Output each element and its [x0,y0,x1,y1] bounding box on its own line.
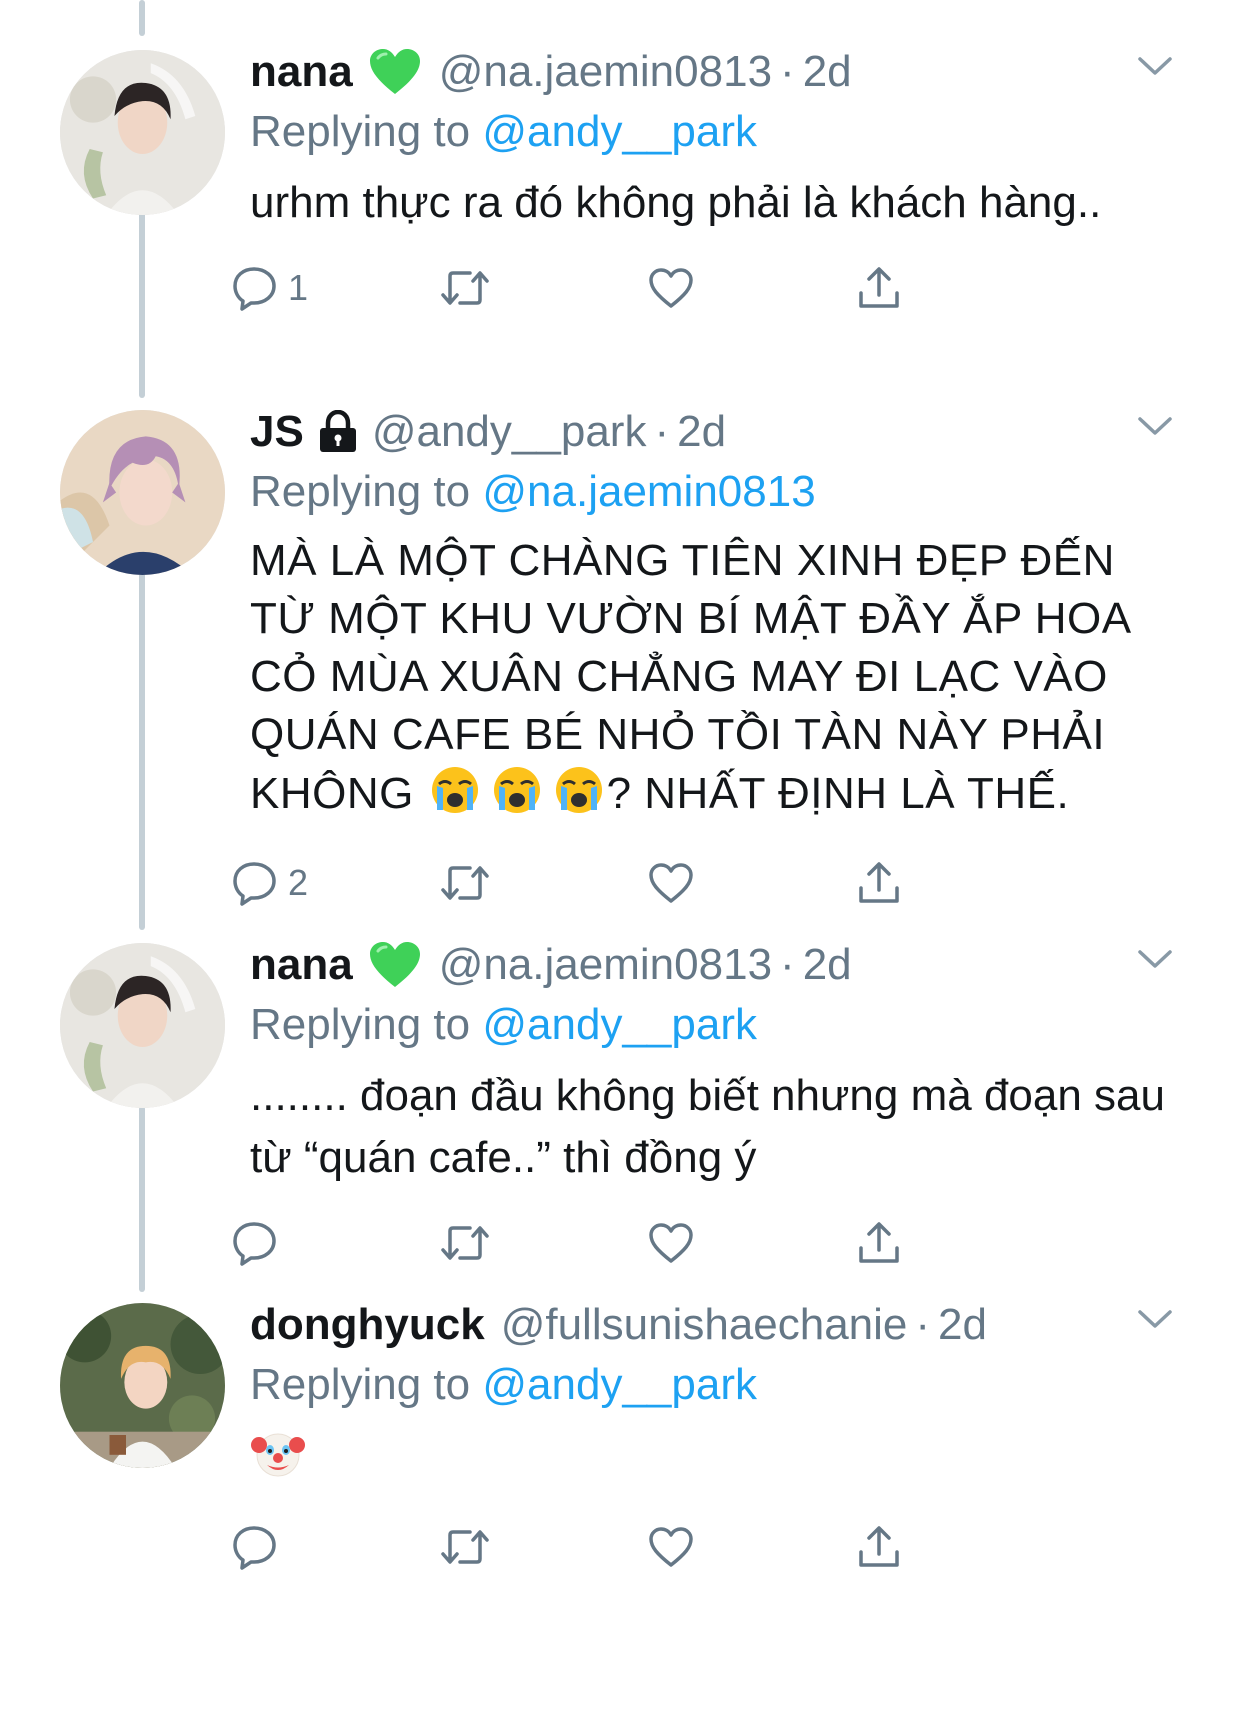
heart-outline-icon [649,268,693,308]
thread-line [139,572,145,930]
like-button[interactable] [648,1517,694,1577]
share-button[interactable] [856,1213,902,1273]
replying-to: Replying to @andy__park [250,1355,1182,1415]
separator-dot: · [654,407,670,456]
reply-count: 1 [288,267,309,308]
user-handle[interactable]: @fullsunishaechanie [501,1295,908,1355]
avatar-image [60,410,225,575]
timestamp[interactable]: 2d [803,42,852,102]
replying-to-mention[interactable]: @andy__park [482,107,757,156]
share-icon [859,862,899,903]
like-button[interactable] [648,1213,694,1273]
reply-button[interactable]: 1 [232,258,308,318]
replying-to-label: Replying to [250,107,483,156]
chevron-down-icon[interactable] [1138,56,1172,81]
thread-line [139,1106,145,1292]
user-handle[interactable]: @andy__park [372,402,647,462]
share-icon [859,1222,899,1263]
retweet-button[interactable] [440,853,490,913]
retweet-icon [441,271,489,305]
avatar[interactable] [60,1303,225,1468]
avatar[interactable] [60,50,225,215]
user-handle[interactable]: @na.jaemin0813 [439,935,772,995]
replying-to-label: Replying to [250,1360,483,1409]
replying-to-label: Replying to [250,1000,483,1049]
tweet-text: urhm thực ra đó không phải là khách hàng… [250,178,1102,227]
retweet-button[interactable] [440,1213,490,1273]
tweet-actions [233,1213,1182,1273]
separator-dot: · [915,1300,931,1349]
retweet-button[interactable] [440,1517,490,1577]
display-name[interactable]: nana [250,935,353,995]
crying-face-emoji [551,764,607,831]
chevron-down-icon[interactable] [1138,1309,1172,1334]
reply-count: 2 [288,862,309,903]
avatar[interactable] [60,410,225,575]
reply-icon [233,862,276,906]
tweet-header: nana @na.jaemin0813 · 2d [250,935,1182,995]
crying-face-emoji [489,764,545,831]
replying-to-mention[interactable]: @andy__park [482,1000,757,1049]
tweet-header: nana @na.jaemin0813 · 2d [250,42,1182,102]
retweet-icon [441,1530,489,1564]
user-handle[interactable]: @na.jaemin0813 [439,42,772,102]
share-icon [859,1526,899,1567]
like-button[interactable] [648,258,694,318]
lock-icon [318,410,358,454]
tweet-header: donghyuck @fullsunishaechanie · 2d [250,1295,1182,1355]
tweet-text [250,1425,1182,1487]
share-button[interactable] [856,1517,902,1577]
timestamp[interactable]: 2d [677,402,726,462]
tweet-actions: 2 [233,853,1182,913]
like-button[interactable] [648,853,694,913]
chevron-down-icon[interactable] [1138,949,1172,974]
tweet-text: ........ đoạn đầu không biết nhưng mà đo… [250,1071,1165,1182]
replying-to-label: Replying to [250,467,483,516]
avatar[interactable] [60,943,225,1108]
avatar-image [60,1303,225,1468]
separator-dot: · [780,47,795,96]
retweet-icon [441,866,489,900]
reply-icon [233,267,276,311]
replying-to: Replying to @andy__park [250,995,1182,1055]
reply-icon [233,1526,276,1570]
timestamp[interactable]: 2d [938,1295,987,1355]
tweet-actions [233,1517,1182,1577]
green-heart-icon [369,48,421,96]
tweet-header: JS @andy__park · 2d [250,402,1182,462]
display-name[interactable]: donghyuck [250,1295,485,1355]
retweet-button[interactable] [440,258,490,318]
replying-to: Replying to @na.jaemin0813 [250,462,1182,522]
share-button[interactable] [856,853,902,913]
crying-face-emoji [427,764,483,831]
clown-face-emoji [250,1425,306,1498]
avatar-image [60,50,225,215]
reply-button[interactable] [232,1517,288,1577]
share-button[interactable] [856,258,902,318]
tweet-actions: 1 [233,258,1182,318]
display-name[interactable]: JS [250,402,304,462]
heart-outline-icon [649,1527,693,1567]
heart-outline-icon [649,1223,693,1263]
separator-dot: · [780,940,795,989]
tweet-text-end: ? NHẤT ĐỊNH LÀ THẾ. [606,769,1070,818]
chevron-down-icon[interactable] [1138,416,1172,441]
heart-outline-icon [649,863,693,903]
thread-line [139,212,145,398]
reply-icon [233,1222,276,1266]
reply-button[interactable] [232,1213,288,1273]
retweet-icon [441,1226,489,1260]
reply-button[interactable]: 2 [232,853,308,913]
avatar-image [60,943,225,1108]
replying-to: Replying to @andy__park [250,102,1182,162]
tweet-text: MÀ LÀ MỘT CHÀNG TIÊN XINH ĐẸP ĐẾN TỪ MỘT… [250,532,1182,831]
display-name[interactable]: nana [250,42,353,102]
thread-line [139,0,145,36]
share-icon [859,267,899,308]
timestamp[interactable]: 2d [803,935,852,995]
replying-to-mention[interactable]: @andy__park [482,1360,757,1409]
green-heart-icon [369,941,421,989]
replying-to-mention[interactable]: @na.jaemin0813 [482,467,815,516]
